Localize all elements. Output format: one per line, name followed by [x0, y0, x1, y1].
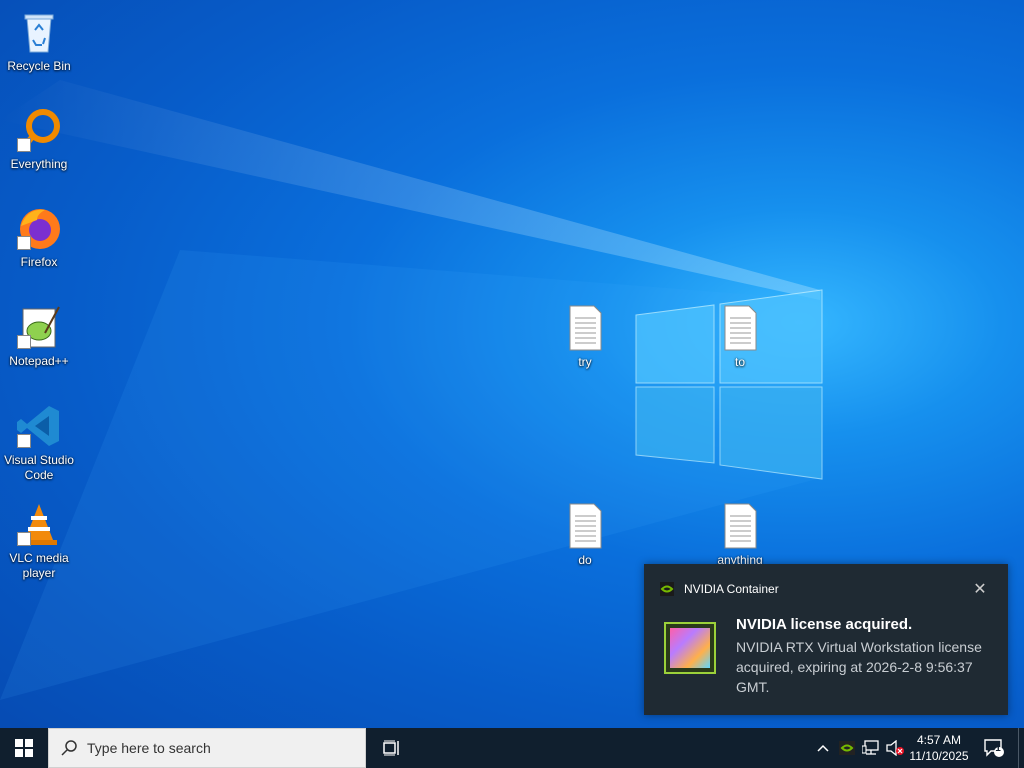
desktop-file-to[interactable]: to — [701, 304, 779, 370]
clock-date: 11/10/2025 — [909, 749, 969, 763]
tray-overflow-button[interactable] — [812, 728, 834, 768]
desktop-icon-firefox[interactable]: Firefox — [0, 204, 78, 270]
desktop-file-do[interactable]: do — [546, 502, 624, 568]
desktop-icon-label: Recycle Bin — [7, 59, 71, 73]
notification-header: NVIDIA Container — [660, 582, 779, 596]
shortcut-arrow-icon — [17, 434, 31, 448]
desktop-file-label: do — [578, 553, 592, 567]
shortcut-arrow-icon — [17, 236, 31, 250]
nvidia-icon — [660, 582, 674, 596]
notification-body: NVIDIA RTX Virtual Workstation license a… — [736, 639, 982, 695]
desktop-icon-label: Firefox — [20, 255, 58, 269]
text-file-icon — [561, 502, 609, 550]
desktop-icon-label: VLC media player — [9, 551, 69, 580]
network-icon — [862, 740, 879, 755]
task-view-icon — [383, 740, 399, 756]
volume-muted-icon — [886, 740, 904, 756]
desktop-icon-label: Everything — [10, 157, 68, 171]
gpu-chip-icon — [664, 622, 716, 674]
desktop-icon-vlc[interactable]: VLC media player — [0, 500, 78, 581]
start-button[interactable] — [0, 728, 48, 768]
desktop-file-anything[interactable]: anything — [701, 502, 779, 568]
chevron-up-icon — [817, 744, 829, 752]
tray-nvidia[interactable] — [836, 728, 858, 768]
desktop-icon-everything[interactable]: Everything — [0, 106, 78, 172]
notification-close-button[interactable]: ✕ — [970, 580, 990, 600]
desktop-file-label: try — [578, 355, 592, 369]
notification-title: NVIDIA license acquired. — [736, 616, 913, 633]
tray-volume[interactable] — [884, 728, 906, 768]
desktop-icon-recycle-bin[interactable]: Recycle Bin — [0, 8, 78, 74]
search-placeholder: Type here to search — [87, 740, 211, 756]
clock-time: 4:57 AM — [916, 733, 962, 747]
desktop-icon-vscode[interactable]: Visual Studio Code — [0, 402, 78, 483]
desktop-icon-label: Visual Studio Code — [4, 453, 74, 482]
vscode-icon — [15, 402, 63, 450]
shortcut-arrow-icon — [17, 335, 31, 349]
desktop-icon-label: Notepad++ — [9, 354, 69, 368]
desktop-file-label: to — [734, 355, 745, 369]
notepadpp-icon — [15, 303, 63, 351]
text-file-icon — [716, 502, 764, 550]
windows-start-icon — [15, 739, 33, 757]
shortcut-arrow-icon — [17, 532, 31, 546]
nvidia-tray-icon — [839, 741, 855, 755]
action-center-button[interactable]: 1 — [980, 728, 1008, 768]
vlc-icon — [15, 500, 63, 548]
search-icon — [61, 740, 77, 756]
task-view-button[interactable] — [372, 728, 412, 768]
taskbar-clock[interactable]: 4:57 AM 11/10/2025 — [904, 732, 974, 764]
show-desktop-button[interactable] — [1018, 728, 1024, 768]
everything-search-icon — [15, 106, 63, 154]
firefox-icon — [15, 204, 63, 252]
notification-toast[interactable]: NVIDIA Container ✕ NVIDIA license acquir… — [644, 564, 1008, 715]
desktop-file-try[interactable]: try — [546, 304, 624, 370]
desktop-icon-notepadpp[interactable]: Notepad++ — [0, 303, 78, 369]
tray-network[interactable] — [860, 728, 882, 768]
notification-app-name: NVIDIA Container — [684, 582, 779, 596]
text-file-icon — [561, 304, 609, 352]
notification-count-badge: 1 — [995, 743, 1001, 754]
taskbar: Type here to search 4:57 AM 11/10/2025 1 — [0, 728, 1024, 768]
shortcut-arrow-icon — [17, 138, 31, 152]
recycle-bin-icon — [15, 8, 63, 56]
taskbar-search-box[interactable]: Type here to search — [48, 728, 366, 768]
text-file-icon — [716, 304, 764, 352]
